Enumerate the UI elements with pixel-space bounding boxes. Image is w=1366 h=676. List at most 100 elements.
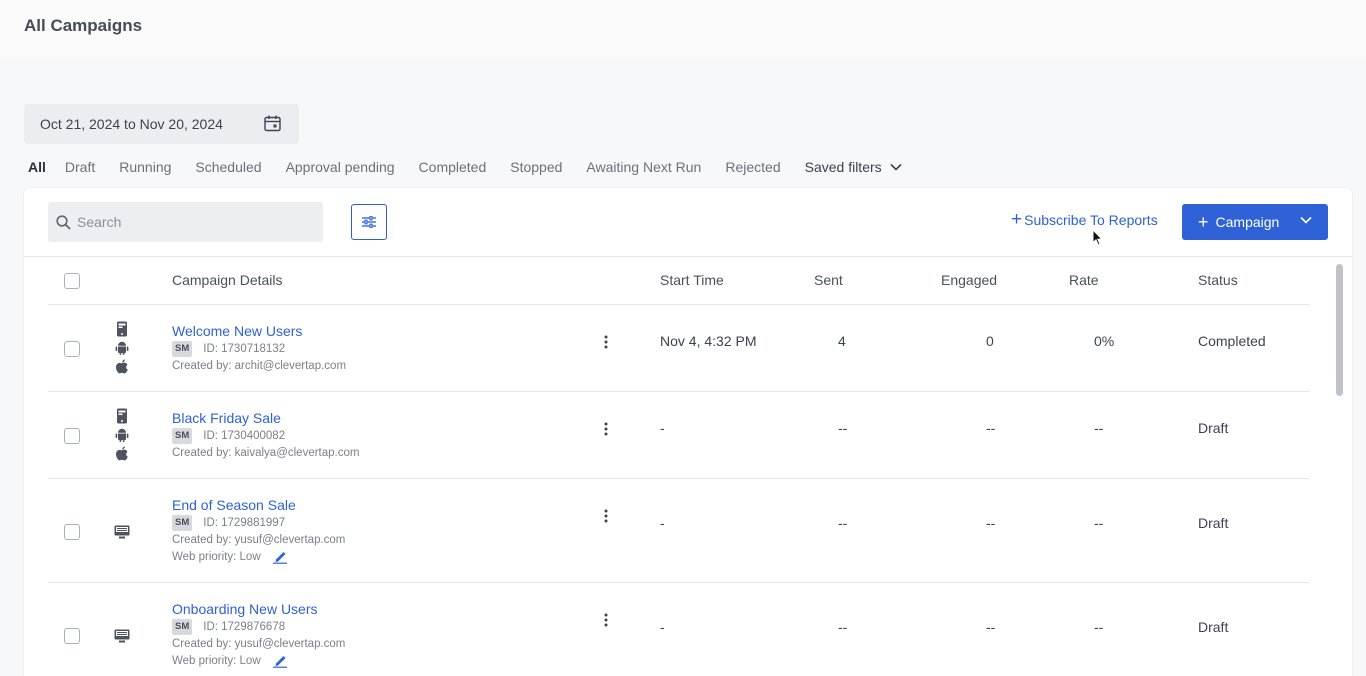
campaign-name-link[interactable]: Welcome New Users — [172, 323, 302, 339]
desktop-icon — [114, 525, 130, 539]
edit-pencil-icon[interactable] — [272, 550, 288, 564]
tab-awaiting-next-run[interactable]: Awaiting Next Run — [586, 159, 701, 175]
tab-draft[interactable]: Draft — [65, 159, 95, 175]
subscribe-label: Subscribe To Reports — [1024, 212, 1158, 228]
chevron-down-icon[interactable] — [1300, 216, 1312, 224]
search-box — [48, 202, 323, 242]
apple-icon — [115, 446, 128, 461]
row-checkbox[interactable] — [64, 341, 80, 357]
more-options-icon[interactable] — [603, 509, 609, 523]
apple-icon — [115, 359, 128, 374]
more-options-icon[interactable] — [603, 335, 609, 349]
start-time: Nov 4, 4:32 PM — [660, 333, 757, 349]
created-by: Created by: yusuf@clevertap.com — [172, 534, 346, 546]
add-campaign-button[interactable]: + Campaign — [1182, 204, 1328, 240]
search-input[interactable] — [77, 214, 307, 230]
tab-all[interactable]: All — [28, 159, 46, 175]
platform-icons — [114, 525, 130, 543]
campaign-id-line: SM ID: 1730400082 — [172, 428, 285, 444]
web-priority: Web priority: Low — [172, 550, 288, 564]
tab-completed[interactable]: Completed — [419, 159, 487, 175]
subscribe-to-reports-link[interactable]: + Subscribe To Reports — [1011, 209, 1158, 230]
engaged-count: -- — [986, 619, 996, 635]
campaign-name-link[interactable]: Black Friday Sale — [172, 410, 281, 426]
start-time: - — [660, 420, 665, 436]
sm-badge: SM — [172, 515, 193, 531]
saved-filters-dropdown[interactable]: Saved filters — [805, 159, 902, 175]
android-icon — [115, 341, 129, 355]
tab-rejected[interactable]: Rejected — [725, 159, 780, 175]
start-time: - — [660, 619, 665, 635]
rate-value: -- — [1094, 515, 1104, 531]
advanced-filter-button[interactable] — [351, 204, 387, 240]
calendar-icon — [264, 115, 281, 132]
select-all-checkbox[interactable] — [64, 273, 80, 289]
tab-stopped[interactable]: Stopped — [510, 159, 562, 175]
row-checkbox[interactable] — [64, 524, 80, 540]
tab-scheduled[interactable]: Scheduled — [195, 159, 261, 175]
sent-count: -- — [838, 515, 848, 531]
date-range-label: Oct 21, 2024 to Nov 20, 2024 — [40, 116, 223, 132]
table-header: Campaign Details Start Time Sent Engaged… — [24, 257, 1334, 304]
campaign-id: ID: 1729881997 — [203, 517, 286, 529]
saved-filters-label: Saved filters — [804, 159, 882, 175]
created-by: Created by: archit@clevertap.com — [172, 360, 347, 372]
rate-value: -- — [1094, 619, 1104, 635]
table-row: Onboarding New Users SM ID: 1729876678 C… — [48, 582, 1310, 676]
campaign-id: ID: 1730718132 — [203, 343, 286, 355]
platform-icons — [114, 629, 130, 647]
column-status: Status — [1198, 272, 1238, 288]
row-checkbox[interactable] — [64, 428, 80, 444]
top-bar: All Campaigns — [0, 0, 1366, 58]
engaged-count: -- — [986, 420, 996, 436]
campaign-name-link[interactable]: End of Season Sale — [172, 497, 296, 513]
column-engaged[interactable]: Engaged — [941, 272, 997, 288]
rate-value: 0% — [1094, 333, 1115, 349]
more-options-icon[interactable] — [603, 422, 609, 436]
column-sent[interactable]: Sent — [814, 272, 843, 288]
sm-badge: SM — [172, 619, 193, 635]
engaged-count: -- — [986, 515, 996, 531]
plus-icon: + — [1198, 212, 1209, 232]
campaign-id-line: SM ID: 1729876678 — [172, 619, 285, 635]
sent-count: -- — [838, 420, 848, 436]
sliders-icon — [362, 216, 376, 228]
status-value: Draft — [1198, 619, 1229, 635]
add-campaign-label: Campaign — [1215, 214, 1280, 230]
campaign-id-line: SM ID: 1730718132 — [172, 341, 285, 357]
row-checkbox[interactable] — [64, 628, 80, 644]
campaigns-card: + Subscribe To Reports + Campaign Campai… — [24, 188, 1352, 676]
date-range-picker[interactable]: Oct 21, 2024 to Nov 20, 2024 — [24, 104, 299, 144]
column-start-time[interactable]: Start Time — [660, 272, 724, 288]
mobile-icon — [117, 408, 127, 424]
mobile-icon — [117, 321, 127, 337]
campaign-id: ID: 1729876678 — [203, 621, 286, 633]
edit-pencil-icon[interactable] — [272, 654, 288, 668]
more-options-icon[interactable] — [603, 613, 609, 627]
chevron-down-icon — [890, 163, 902, 171]
table-row: Welcome New Users SM ID: 1730718132 Crea… — [48, 304, 1310, 391]
created-by: Created by: kaivalya@clevertap.com — [172, 447, 360, 459]
column-campaign-details: Campaign Details — [172, 272, 283, 288]
start-time: - — [660, 515, 665, 531]
engaged-count: 0 — [986, 333, 994, 349]
campaign-name-link[interactable]: Onboarding New Users — [172, 601, 318, 617]
tab-running[interactable]: Running — [119, 159, 171, 175]
page-title: All Campaigns — [24, 16, 143, 35]
desktop-icon — [114, 629, 130, 643]
table-row: End of Season Sale SM ID: 1729881997 Cre… — [48, 478, 1310, 582]
status-value: Draft — [1198, 515, 1229, 531]
status-value: Draft — [1198, 420, 1229, 436]
column-rate[interactable]: Rate — [1069, 272, 1099, 288]
tab-approval-pending[interactable]: Approval pending — [286, 159, 395, 175]
plus-icon: + — [1011, 209, 1023, 230]
created-by: Created by: yusuf@clevertap.com — [172, 638, 346, 650]
sm-badge: SM — [172, 341, 193, 357]
search-icon — [56, 214, 71, 230]
table-row: Black Friday Sale SM ID: 1730400082 Crea… — [48, 391, 1310, 478]
scrollbar[interactable] — [1336, 264, 1343, 396]
status-value: Completed — [1198, 333, 1266, 349]
sent-count: 4 — [838, 333, 846, 349]
campaign-id-line: SM ID: 1729881997 — [172, 515, 285, 531]
web-priority-label: Web priority: Low — [172, 655, 261, 668]
